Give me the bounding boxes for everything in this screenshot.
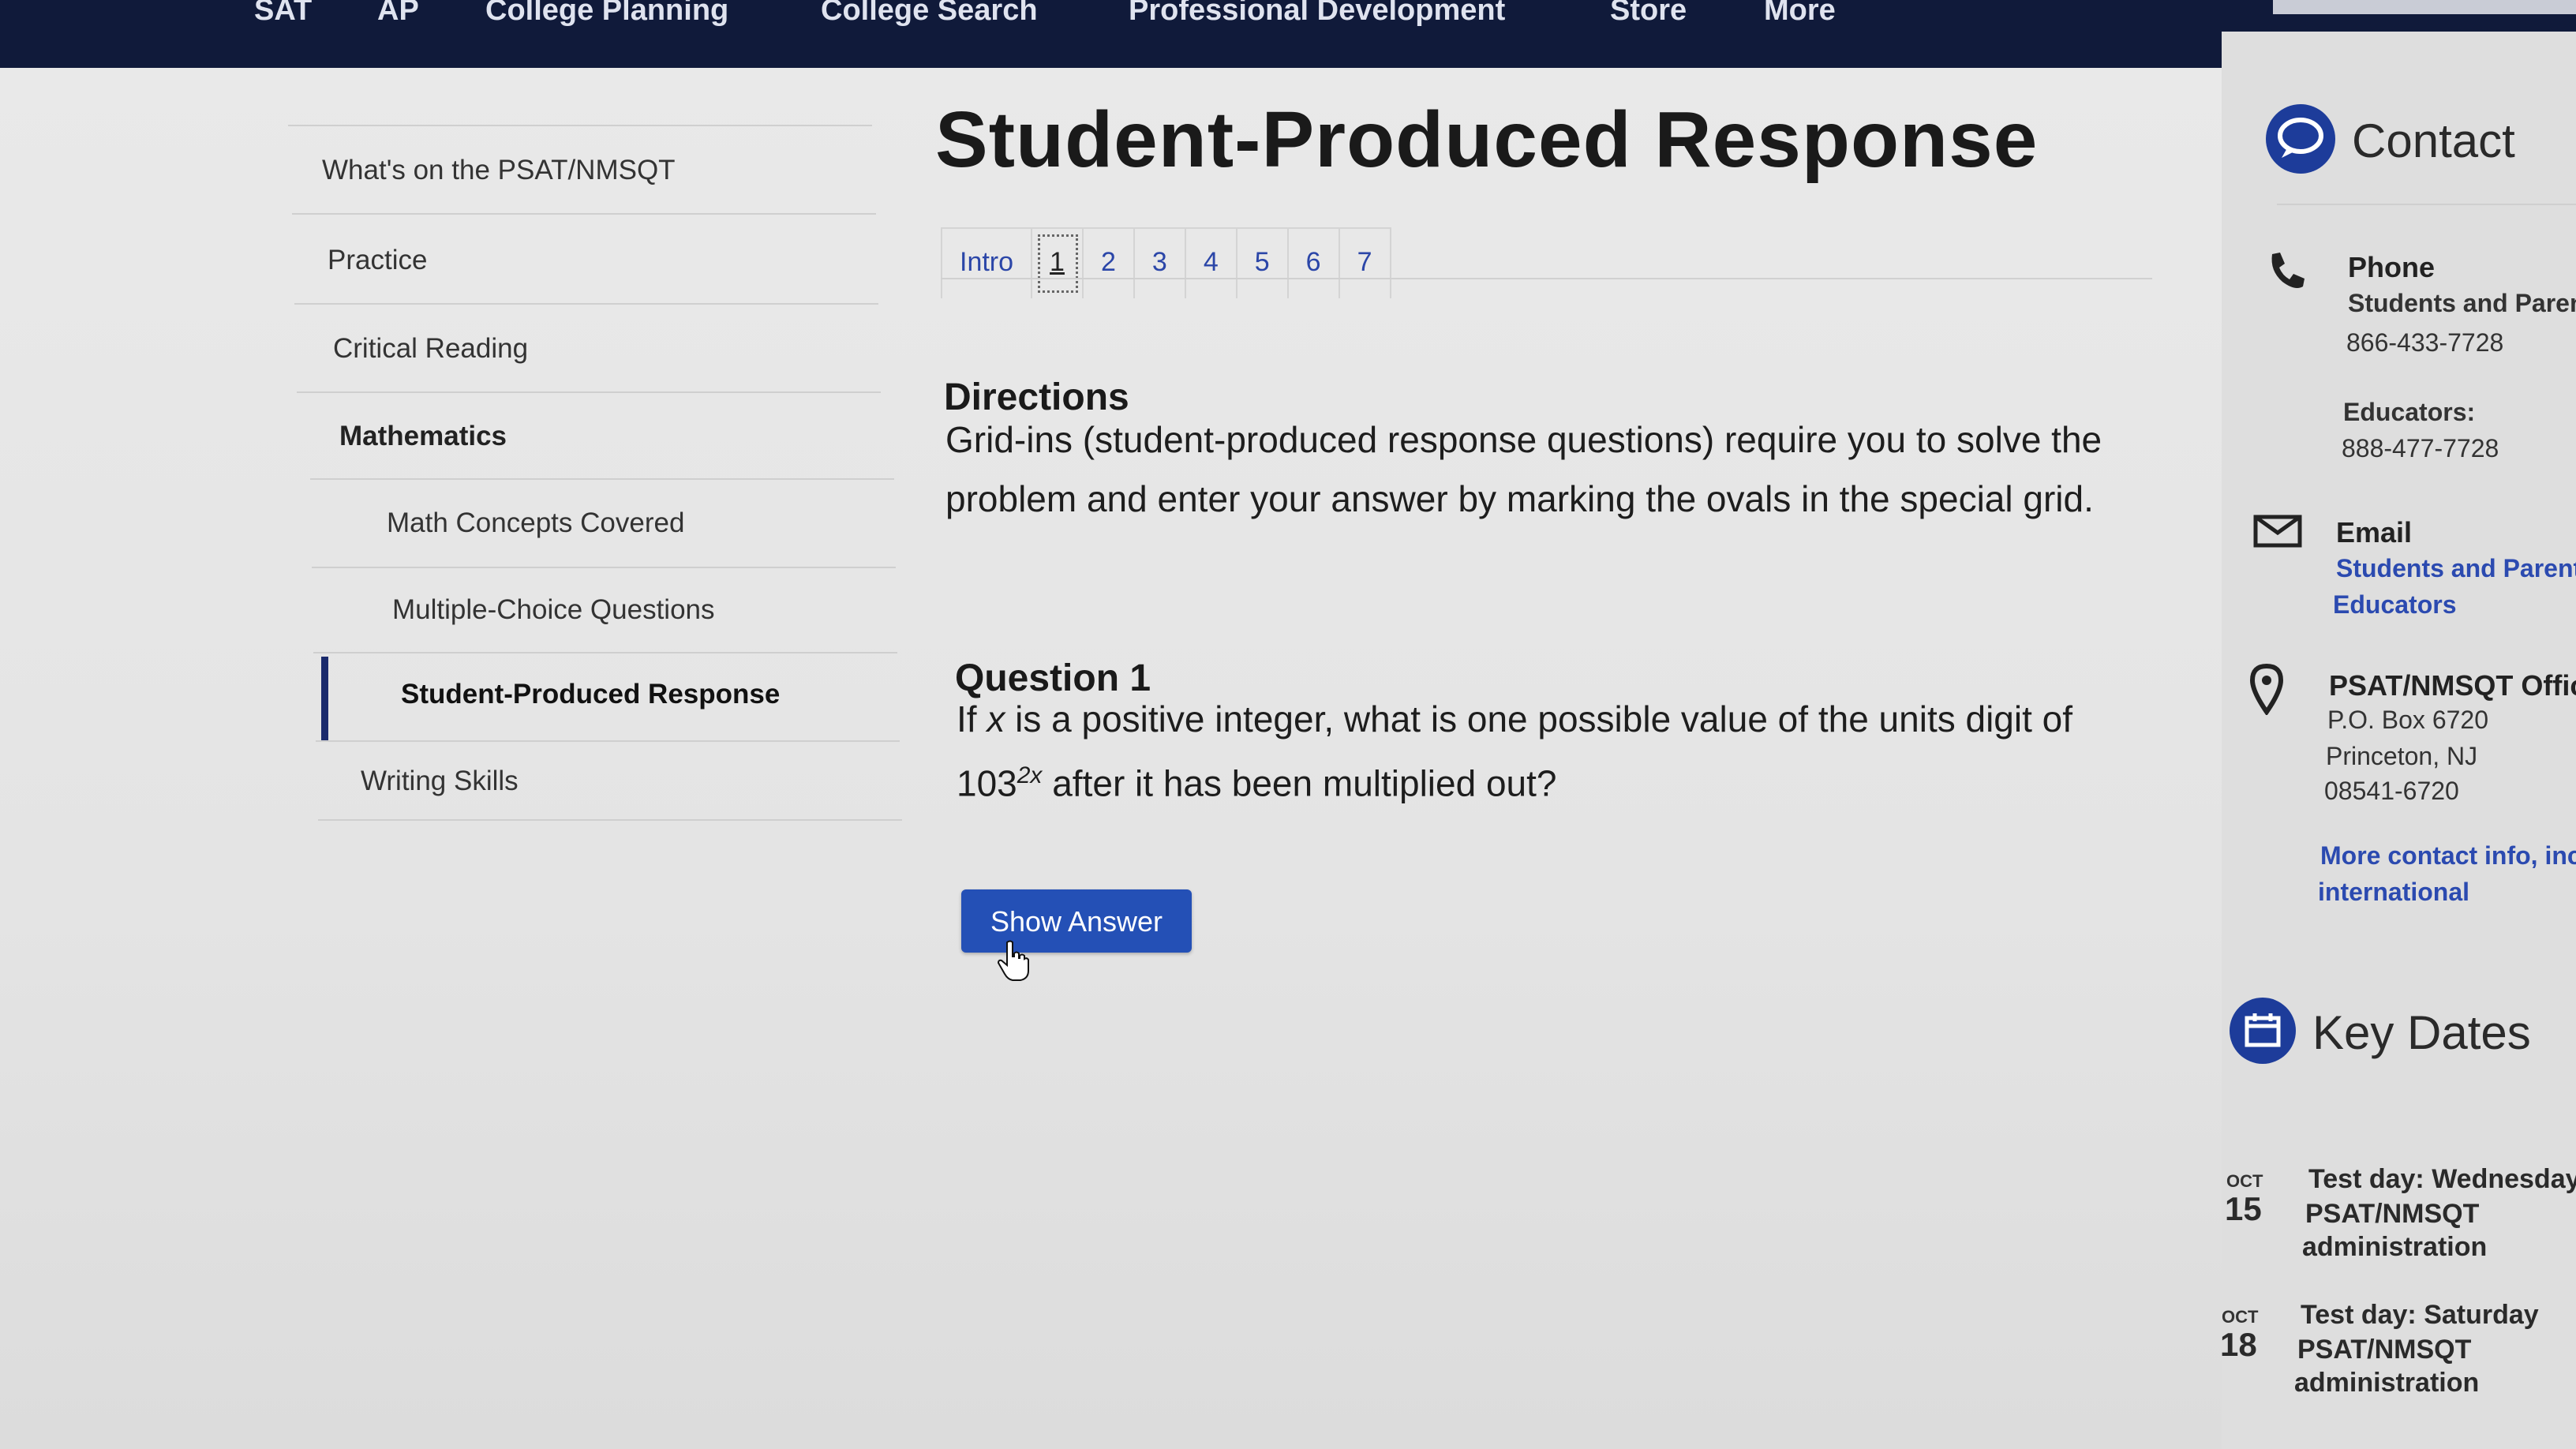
directions-text: Grid-ins (student-produced response ques… — [945, 419, 2102, 519]
tab-question-6[interactable]: 6 — [1289, 229, 1340, 298]
tab-question-1[interactable]: 1 — [1032, 229, 1084, 298]
phone-icon — [2263, 249, 2307, 298]
divider — [297, 391, 881, 393]
email-label: Email — [2336, 516, 2413, 549]
sidenav-item-student-produced-response[interactable]: Student-Produced Response — [401, 679, 780, 710]
right-sidebar: Contact Phone Students and Parents: 866-… — [2220, 32, 2576, 1449]
date-day: 15 — [2225, 1190, 2262, 1227]
office-address-line1: P.O. Box 6720 — [2327, 706, 2488, 734]
date-day: 18 — [2220, 1326, 2257, 1363]
divider — [292, 213, 876, 215]
question-text-mid: is a positive integer, what is one possi… — [1005, 698, 2073, 739]
office-address-line3: 08541-6720 — [2324, 777, 2459, 805]
event-line3: administration — [2294, 1368, 2480, 1398]
divider — [2277, 204, 2576, 205]
sidenav-item-math-concepts[interactable]: Math Concepts Covered — [387, 507, 684, 539]
page-title: Student-Produced Response — [935, 95, 2039, 184]
divider — [288, 125, 872, 126]
phone-students-number[interactable]: 866-433-7728 — [2346, 328, 2503, 358]
question-variable: x — [987, 698, 1005, 739]
nav-item-ap[interactable]: AP — [377, 0, 419, 32]
sidenav-item-practice[interactable]: Practice — [328, 245, 427, 276]
top-navigation-bar: SAT AP College Planning College Search P… — [0, 0, 2576, 68]
show-answer-button[interactable]: Show Answer — [961, 889, 1192, 953]
tab-question-5[interactable]: 5 — [1237, 229, 1289, 298]
location-pin-icon — [2247, 663, 2286, 719]
key-dates-heading: Key Dates — [2312, 1006, 2531, 1059]
tab-question-2[interactable]: 2 — [1084, 229, 1135, 298]
event-line2: PSAT/NMSQT — [2305, 1199, 2480, 1229]
hand-cursor-icon — [997, 939, 1029, 987]
sidenav-item-critical-reading[interactable]: Critical Reading — [333, 333, 528, 365]
sidenav-item-whats-on[interactable]: What's on the PSAT/NMSQT — [322, 155, 676, 186]
question-exponent: 2x — [1017, 762, 1043, 788]
sidenav-item-mathematics[interactable]: Mathematics — [339, 421, 507, 452]
office-label: PSAT/NMSQT Office — [2329, 669, 2576, 702]
active-indicator — [321, 657, 328, 740]
date-month: OCT — [2226, 1171, 2263, 1191]
tab-question-7[interactable]: 7 — [1340, 229, 1391, 298]
question-text-post: after it has been multiplied out? — [1042, 762, 1557, 804]
nav-item-sat[interactable]: SAT — [254, 0, 312, 32]
tab-question-4[interactable]: 4 — [1186, 229, 1237, 298]
divider — [313, 652, 897, 653]
nav-item-professional-development[interactable]: Professional Development — [1129, 0, 1505, 32]
date-month: OCT — [2222, 1307, 2259, 1327]
nav-search-box[interactable] — [2273, 0, 2576, 14]
chat-bubble-icon — [2266, 104, 2335, 174]
question-base: 103 — [957, 762, 1017, 804]
event-line3: administration — [2302, 1232, 2488, 1262]
tab-intro[interactable]: Intro — [942, 229, 1033, 298]
divider — [318, 819, 902, 821]
divider — [310, 478, 894, 480]
event-line1[interactable]: Test day: Saturday — [2301, 1297, 2539, 1332]
nav-item-more[interactable]: More — [1764, 0, 1836, 32]
calendar-icon — [2230, 998, 2296, 1064]
more-contact-link-line1[interactable]: More contact info, including — [2320, 841, 2576, 871]
question-text-pre: If — [957, 698, 987, 739]
event-line1[interactable]: Test day: Wednesday — [2308, 1162, 2576, 1196]
sidenav-item-writing-skills[interactable]: Writing Skills — [361, 766, 519, 797]
question-text: If x is a positive integer, what is one … — [957, 691, 2188, 811]
tabs-divider — [941, 278, 2152, 279]
nav-item-college-search[interactable]: College Search — [821, 0, 1038, 32]
nav-item-store[interactable]: Store — [1610, 0, 1687, 32]
office-address-line2: Princeton, NJ — [2326, 742, 2478, 770]
email-icon — [2253, 515, 2302, 552]
nav-item-college-planning[interactable]: College Planning — [485, 0, 728, 32]
divider — [294, 303, 878, 305]
phone-label: Phone — [2348, 251, 2436, 283]
divider — [316, 740, 900, 742]
tab-question-3[interactable]: 3 — [1135, 229, 1186, 298]
contact-heading: Contact — [2352, 114, 2515, 167]
phone-educators-label: Educators: — [2343, 398, 2476, 426]
more-contact-link-line2[interactable]: international — [2318, 878, 2469, 907]
sidenav-item-multiple-choice[interactable]: Multiple-Choice Questions — [392, 594, 715, 626]
event-line2: PSAT/NMSQT — [2297, 1335, 2472, 1365]
email-students-link[interactable]: Students and Parents — [2336, 554, 2576, 583]
email-educators-link[interactable]: Educators — [2333, 590, 2456, 620]
phone-educators-number[interactable]: 888-477-7728 — [2342, 434, 2499, 463]
divider — [312, 567, 896, 568]
phone-students-label: Students and Parents: — [2348, 289, 2576, 317]
question-tabs: Intro 1 2 3 4 5 6 7 — [941, 227, 1391, 298]
